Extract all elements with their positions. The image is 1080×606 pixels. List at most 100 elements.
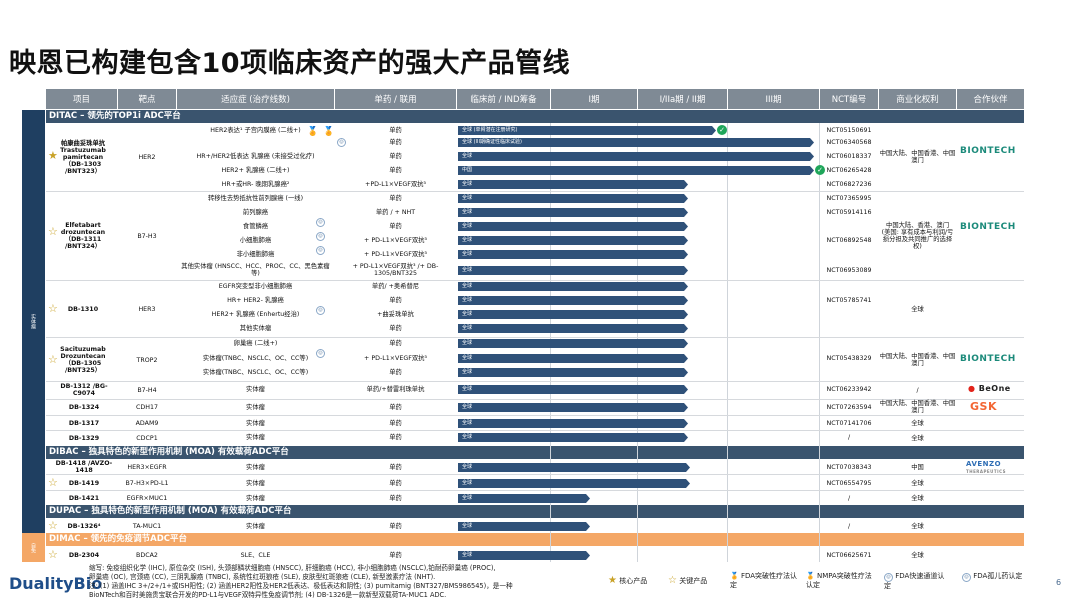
nct-number: NCT06233942 (826, 385, 872, 393)
indication: 实体瘤 (246, 494, 265, 502)
phase-progress-bar: 全球 (458, 179, 688, 189)
asset-name: Sacituzumab Drozuntecan （DB-1305 /BNT325… (60, 346, 106, 374)
mono-combo: 单药 (389, 138, 402, 146)
phase-progress-bar: 全球 (458, 249, 688, 259)
asset-name: 帕康曲妥珠单抗 Trastuzumab pamirtecan （DB-1303 … (60, 139, 106, 175)
target: TA-MUC1 (132, 522, 162, 530)
phase-progress-bar: 全球 (458, 367, 688, 377)
nct-number: NCT06892548 (826, 236, 872, 244)
legend-fda-od: ◎ FDA孤儿药认定 (962, 572, 1024, 582)
indication: 实体瘤 (246, 463, 265, 471)
header-partner: 合作伙伴 (957, 89, 1024, 109)
indication: 其他实体瘤 (239, 324, 272, 332)
key-product-star-icon: ☆ (48, 519, 58, 532)
key-product-star-icon: ☆ (48, 353, 58, 366)
section-dimac: DIMAC – 领先的免疫调节ADC平台 (46, 533, 1024, 546)
nct-number: NCT05914116 (826, 208, 872, 216)
nct-number: NCT07038343 (826, 463, 872, 471)
commercial-rights: 全球 (911, 479, 924, 487)
mono-combo: 单药 (389, 551, 402, 559)
asset-name: DB-1312 /BG-C9074 (60, 383, 108, 397)
avenzo-logo: AVENZO THERAPEUTICS (966, 460, 1007, 475)
nct-number: / (847, 494, 851, 502)
nct-number: / (847, 522, 851, 530)
phase-progress-bar: 全球 (单臂潜在注册研究) (458, 125, 716, 135)
target: EGFR×MUC1 (126, 494, 168, 502)
asset-name: DB-1419 (68, 479, 100, 487)
asset-name: DB-1421 (68, 494, 100, 502)
phase-progress-bar: 全球 (458, 193, 688, 203)
asset-name: Elfetabart drozuntecan （DB-1311 /BNT324） (60, 222, 106, 250)
mono-combo: 单药 (389, 296, 402, 304)
phase-divider (727, 123, 728, 562)
side-label-autoimmune: 自免 (22, 533, 45, 562)
indication: 卵巢癌 (二线+) (233, 339, 278, 347)
mono-combo: 单药 (389, 339, 402, 347)
phase-progress-bar: 全球 (458, 281, 688, 291)
indication: 实体瘤 (246, 403, 265, 411)
commercial-rights: 全球 (911, 419, 924, 427)
footnote-abbr1: 缩写: 免疫组织化学 (IHC), 原位杂交 (ISH), 头颈部鳞状细胞癌 (… (89, 564, 496, 572)
nct-number: / (847, 433, 851, 441)
fda-fast-track-icon: ◎ (316, 296, 325, 315)
phase-progress-bar: 全球 (458, 323, 688, 333)
commercial-rights: 中国大陆、中国香港、中国澳门 (879, 400, 956, 414)
asset-name: DB-1317 (68, 419, 100, 427)
commercial-rights: 中国大陆、中国香港、中国澳门 (879, 353, 956, 367)
header-phase2: I/IIa期 / II期 (638, 89, 727, 109)
commercial-rights: 全球 (911, 434, 924, 442)
mono-combo: 单药 (389, 166, 402, 174)
phase-progress-bar: 全球 (458, 235, 688, 245)
phase-progress-bar: 中国 (458, 165, 814, 175)
commercial-rights: 全球 (911, 551, 924, 559)
mono-combo: 单药/+替雷利珠单抗 (366, 385, 425, 393)
mono-combo: 单药 / + NHT (375, 208, 416, 216)
legend-key: ☆ 关键产品 (668, 575, 708, 586)
nct-number: NCT07263594 (826, 403, 872, 411)
asset-name: DB-1324 (68, 404, 100, 411)
completed-check-icon: ✓ (815, 165, 825, 175)
indication: 非小细胞肺癌 (236, 250, 275, 258)
indication: 实体瘤(TNBC、NSCLC、OC、CC等) (202, 354, 309, 362)
indication: 小细胞肺癌 (239, 236, 272, 244)
nmpa-breakthrough-icon: 🏅 (806, 572, 815, 580)
target: B7-H3 (137, 232, 157, 240)
indication: 实体瘤 (246, 385, 265, 393)
header-rights: 商业化权利 (879, 89, 956, 109)
mono-combo: 单药 (389, 494, 402, 502)
phase-progress-bar: 全球 (458, 221, 688, 231)
indication: HER2+ 乳腺癌 (二线+) (221, 166, 290, 174)
key-product-star-icon: ☆ (48, 548, 58, 561)
nct-number: NCT06018337 (826, 152, 872, 160)
fda-breakthrough-icon: 🏅 (307, 127, 319, 137)
asset-name: DB-2304 (68, 551, 100, 559)
nct-number (820, 337, 878, 349)
key-product-star-icon: ☆ (48, 225, 58, 238)
phase-progress-bar: 全球 (458, 295, 688, 305)
section-dupac: DUPAC – 独具特色的新型作用机制 (MOA) 有效载荷ADC平台 (46, 505, 1024, 518)
target: HER3×EGFR (127, 463, 167, 471)
page-number: 6 (1056, 578, 1062, 587)
completed-check-icon: ✓ (717, 125, 727, 135)
section-ditac: DITAC – 领先的TOP1i ADC平台 (46, 110, 1024, 123)
indication: HR+或HR- 晚期乳腺癌² (221, 180, 290, 188)
target: ADAM9 (135, 419, 159, 427)
mono-combo: 单药 (389, 222, 402, 230)
asset-name: DB-1329 (68, 434, 100, 442)
group-divider (46, 474, 1024, 475)
phase-progress-bar: 全球 (458, 309, 688, 319)
header-preclinical: 临床前 / IND筹备 (457, 89, 550, 109)
phase-progress-bar: 全球 (458, 353, 688, 363)
key-product-star-icon: ☆ (668, 575, 677, 586)
mono-combo: + PD-L1×VEGF双抗³ (364, 354, 427, 362)
header-phase1: I期 (551, 89, 637, 109)
section-dibac: DIBAC – 独具特色的新型作用机制 (MOA) 有效载荷ADC平台 (46, 446, 1024, 459)
nct-number: NCT06953089 (826, 266, 872, 274)
commercial-rights: 中国大陆、中国香港、中国澳门 (879, 150, 956, 164)
nct-number: NCT06340568 (826, 138, 872, 146)
beone-logo: ● BeOne (968, 384, 1011, 393)
target: CDCP1 (136, 434, 158, 442)
nct-number (820, 366, 878, 378)
nct-number: NCT05438329 (826, 354, 872, 362)
header-nct: NCT编号 (820, 89, 878, 109)
